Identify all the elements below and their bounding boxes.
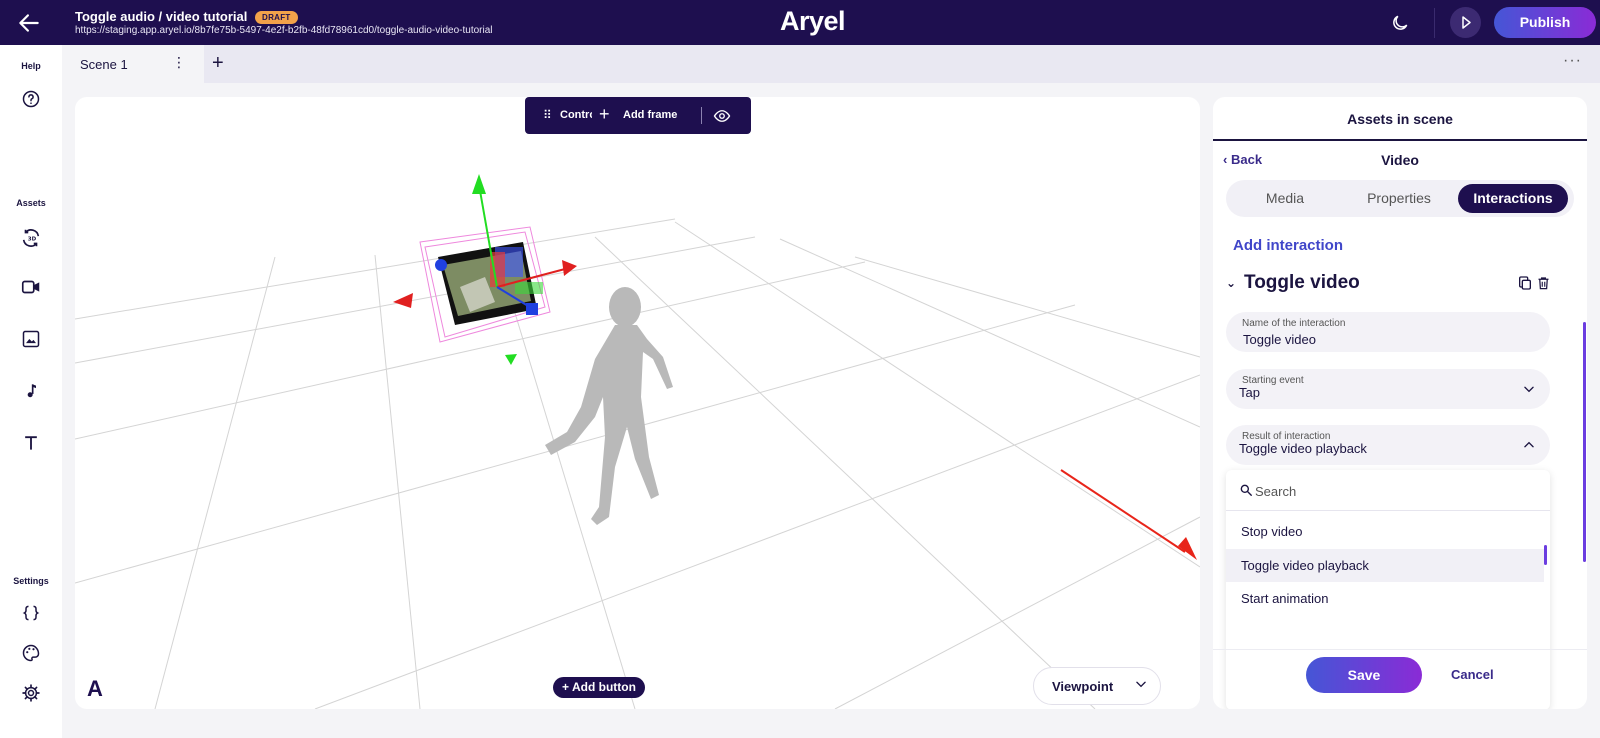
copy-icon[interactable]: [1517, 275, 1533, 291]
drag-handle-icon[interactable]: ⠿: [543, 108, 552, 122]
video-icon[interactable]: [19, 275, 43, 299]
chevron-up-icon: [1524, 441, 1534, 448]
music-note-icon[interactable]: [19, 379, 43, 403]
eye-icon[interactable]: [713, 107, 731, 125]
help-icon[interactable]: [19, 87, 43, 111]
preview-button[interactable]: [1450, 7, 1481, 38]
trash-icon[interactable]: [1536, 275, 1551, 291]
add-button[interactable]: + Add button: [553, 677, 645, 698]
tab-media[interactable]: Media: [1230, 184, 1340, 213]
add-scene-button[interactable]: +: [212, 52, 224, 75]
aryel-mark: A: [87, 676, 103, 701]
text-icon[interactable]: [19, 431, 43, 455]
help-section-label: Help: [21, 61, 41, 71]
viewpoint-label: Viewpoint: [1052, 679, 1114, 694]
add-frame-button[interactable]: Add frame: [623, 109, 677, 121]
scene-viewport[interactable]: [75, 97, 1200, 709]
field-label: Name of the interaction: [1242, 318, 1346, 329]
plus-icon: +: [562, 680, 570, 694]
toolbar-divider: [701, 107, 702, 124]
assets-panel: Assets in scene Video ‹ Back Media Prope…: [1213, 97, 1587, 709]
dropdown-scrollbar[interactable]: [1544, 545, 1547, 565]
video-frame-object[interactable]: [419, 226, 551, 343]
search-input[interactable]: [1255, 481, 1525, 501]
palette-icon[interactable]: [19, 641, 43, 665]
3d-rotate-icon[interactable]: 3D: [19, 226, 43, 250]
project-url[interactable]: https://staging.app.aryel.io/8b7fe75b-54…: [75, 25, 493, 36]
scene-canvas[interactable]: ⠿ Contro + Add frame + Add button Viewpo…: [75, 97, 1200, 709]
dropdown-option[interactable]: Start animation: [1226, 582, 1544, 615]
left-sidebar: Help Assets 3D Settings: [0, 45, 62, 738]
moon-icon[interactable]: [1390, 13, 1410, 33]
tab-interactions[interactable]: Interactions: [1458, 184, 1568, 213]
cancel-button[interactable]: Cancel: [1451, 667, 1494, 682]
chevron-down-icon: [1524, 386, 1534, 393]
svg-text:3D: 3D: [28, 236, 37, 242]
settings-section-label: Settings: [13, 576, 49, 586]
plus-icon[interactable]: +: [599, 104, 610, 125]
field-value: Tap: [1239, 385, 1260, 400]
control-label[interactable]: Contro: [560, 109, 592, 121]
human-figure-model[interactable]: [545, 287, 673, 525]
result-interaction-select[interactable]: Result of interaction Toggle video playb…: [1226, 425, 1550, 465]
chevron-left-icon: ‹: [1223, 152, 1228, 167]
back-label: Back: [1230, 152, 1263, 167]
dropdown-search: [1226, 470, 1550, 511]
interaction-group-header[interactable]: ⌄ Toggle video: [1226, 272, 1360, 294]
scene-tabs: Scene 1 ⋮ + ···: [62, 45, 1600, 83]
panel-header: Assets in scene: [1213, 97, 1587, 141]
interaction-name-field[interactable]: Name of the interaction Toggle video: [1226, 312, 1550, 352]
play-icon: [1462, 16, 1471, 29]
add-interaction-button[interactable]: Add interaction: [1233, 237, 1343, 254]
back-arrow-icon[interactable]: [16, 10, 42, 36]
gear-icon[interactable]: [19, 681, 43, 705]
publish-button[interactable]: Publish: [1494, 7, 1596, 38]
chevron-down-icon: [1136, 681, 1146, 688]
project-title: Toggle audio / video tutorial: [75, 9, 248, 24]
canvas-toolbar: ⠿ Contro + Add frame: [525, 97, 751, 134]
back-button[interactable]: ‹ Back: [1223, 152, 1262, 167]
image-icon[interactable]: [19, 327, 43, 351]
dropdown-option[interactable]: Stop video: [1226, 515, 1544, 548]
panel-scrollbar[interactable]: [1583, 322, 1586, 562]
asset-tabs: Media Properties Interactions: [1226, 180, 1574, 217]
dropdown-option-selected[interactable]: Toggle video playback: [1226, 549, 1544, 582]
asset-title: Video: [1381, 152, 1419, 168]
more-options-icon[interactable]: ···: [1563, 52, 1582, 70]
topbar-divider: [1434, 8, 1435, 38]
assets-section-label: Assets: [16, 198, 46, 208]
code-braces-icon[interactable]: [19, 601, 43, 625]
search-icon: [1240, 484, 1252, 496]
kebab-menu-icon[interactable]: ⋮: [172, 54, 186, 71]
save-button[interactable]: Save: [1306, 657, 1422, 693]
top-bar: Toggle audio / video tutorial DRAFT http…: [0, 0, 1600, 45]
tab-properties[interactable]: Properties: [1344, 184, 1454, 213]
field-value: Toggle video: [1243, 332, 1316, 347]
interaction-group-title: Toggle video: [1244, 272, 1360, 293]
add-button-label: Add button: [571, 680, 636, 694]
app-logo: Aryel: [780, 6, 846, 36]
starting-event-select[interactable]: Starting event Tap: [1226, 369, 1550, 409]
viewpoint-select[interactable]: Viewpoint: [1033, 667, 1161, 705]
draft-badge: DRAFT: [255, 11, 298, 24]
tab-scene-label: Scene 1: [80, 57, 128, 72]
tab-scene-1[interactable]: Scene 1 ⋮: [62, 45, 204, 83]
chevron-down-icon: ⌄: [1226, 275, 1237, 290]
field-value: Toggle video playback: [1239, 441, 1367, 456]
